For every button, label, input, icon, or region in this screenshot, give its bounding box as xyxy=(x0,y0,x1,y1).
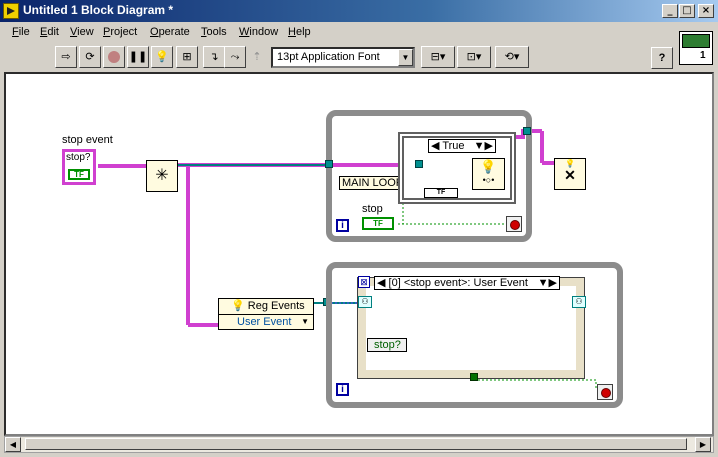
minimize-button[interactable]: _ xyxy=(662,4,678,18)
menu-bar: File Edit View Project Operate Tools Win… xyxy=(0,22,718,44)
reg-events-header: 💡 Reg Events xyxy=(219,299,313,315)
create-user-event-node[interactable]: ✳ xyxy=(146,160,178,192)
case-tunnel-left xyxy=(415,160,423,168)
chevron-down-icon: ▼ xyxy=(301,317,309,326)
arrow-event-icon: •○• xyxy=(482,175,495,185)
create-event-icon: ✳ xyxy=(155,167,169,184)
destroy-user-event-node[interactable]: 💡 ✕ xyxy=(554,158,586,190)
menu-file[interactable]: File xyxy=(12,26,30,38)
menu-edit[interactable]: Edit xyxy=(40,26,59,38)
run-arrow-icon[interactable]: ⇨ xyxy=(55,46,77,68)
stop-label: stop xyxy=(362,203,383,215)
scroll-thumb[interactable] xyxy=(25,438,687,450)
event-loop-iteration-terminal: i xyxy=(336,383,349,396)
event-case-selector[interactable]: ◀ [0] <stop event>: User Event ▼▶ xyxy=(374,276,560,290)
event-structure[interactable] xyxy=(357,277,585,379)
event-data-stop: stop? xyxy=(367,338,407,352)
reorder-icon[interactable]: ⟲▾ xyxy=(495,46,529,68)
align-objects-icon[interactable]: ⊟▾ xyxy=(421,46,455,68)
stop-boolean-control[interactable]: TF xyxy=(362,217,394,230)
stop-event-label: stop event xyxy=(62,134,113,146)
abort-execution-icon[interactable] xyxy=(103,46,125,68)
close-button[interactable]: × xyxy=(698,4,714,18)
generate-user-event-node[interactable]: 💡 •○• xyxy=(472,158,505,190)
window-title: Untitled 1 Block Diagram * xyxy=(23,3,174,17)
event-timeout-terminal: ⊠ xyxy=(358,276,370,288)
reg-user-event-input: User Event ▼ xyxy=(237,316,309,328)
labview-icon xyxy=(3,3,19,19)
stop-event-cluster[interactable]: stop? TF xyxy=(62,149,96,185)
distribute-objects-icon[interactable]: ⊡▾ xyxy=(457,46,491,68)
register-events-node[interactable]: 💡 Reg Events User Event ▼ xyxy=(218,298,314,330)
stop-event-field: stop? xyxy=(66,152,91,163)
run-continuously-icon[interactable]: ⟳ xyxy=(79,46,101,68)
event-registration-right: ⚇ xyxy=(572,296,586,308)
menu-help[interactable]: Help xyxy=(288,26,311,38)
event-tunnel-bool xyxy=(470,373,478,381)
scroll-right-icon[interactable]: ▶ xyxy=(695,437,711,452)
horizontal-scrollbar[interactable]: ◀ ▶ xyxy=(4,436,714,453)
main-loop-iteration-terminal: i xyxy=(336,219,349,232)
stop-event-boolean: TF xyxy=(68,169,90,180)
font-select[interactable]: 13pt Application Font ▼ xyxy=(271,47,415,68)
title-bar: Untitled 1 Block Diagram * _ □ × xyxy=(0,0,718,22)
retain-wire-values-icon[interactable]: ⊞ xyxy=(176,46,198,68)
menu-project[interactable]: Project xyxy=(103,26,137,38)
bulb-icon: 💡 xyxy=(480,159,497,174)
loop-tunnel-left xyxy=(325,160,333,168)
reg-bulb-icon: 💡 xyxy=(231,300,245,312)
step-out-icon: ⇡ xyxy=(246,46,268,68)
main-loop-stop-terminal[interactable] xyxy=(506,216,522,232)
chevron-down-icon[interactable]: ▼ xyxy=(398,49,413,66)
event-registration-left: ⚇ xyxy=(358,296,372,308)
step-into-icon[interactable]: ↴ xyxy=(203,46,225,68)
menu-tools[interactable]: Tools xyxy=(201,26,227,38)
case-selector[interactable]: ◀ True ▼▶ xyxy=(428,139,496,153)
pause-icon[interactable]: ❚❚ xyxy=(127,46,149,68)
toolbar: ⇨ ⟳ ❚❚ 💡 ⊞ ↴ ⤳ ⇡ 13pt Application Font ▼… xyxy=(0,44,718,72)
destroy-x-icon: ✕ xyxy=(564,167,576,183)
highlight-execution-icon[interactable]: 💡 xyxy=(151,46,173,68)
block-diagram-canvas[interactable]: stop event stop? TF ✳ MAIN LOOP ◀ True ▼… xyxy=(4,72,714,436)
vi-icon[interactable]: 1 xyxy=(679,31,713,65)
menu-operate[interactable]: Operate xyxy=(150,26,190,38)
event-loop-stop-terminal[interactable] xyxy=(597,384,613,400)
maximize-button[interactable]: □ xyxy=(679,4,695,18)
loop-tunnel-right xyxy=(523,127,531,135)
context-help-button[interactable]: ? xyxy=(651,47,673,69)
scroll-left-icon[interactable]: ◀ xyxy=(5,437,21,452)
step-over-icon[interactable]: ⤳ xyxy=(224,46,246,68)
main-loop-label: MAIN LOOP xyxy=(339,176,407,190)
vi-icon-screen xyxy=(682,34,710,48)
menu-window[interactable]: Window xyxy=(239,26,278,38)
menu-view[interactable]: View xyxy=(70,26,94,38)
tf-cluster-constant: TF xyxy=(424,188,458,198)
vi-icon-label: 1 xyxy=(700,50,706,61)
